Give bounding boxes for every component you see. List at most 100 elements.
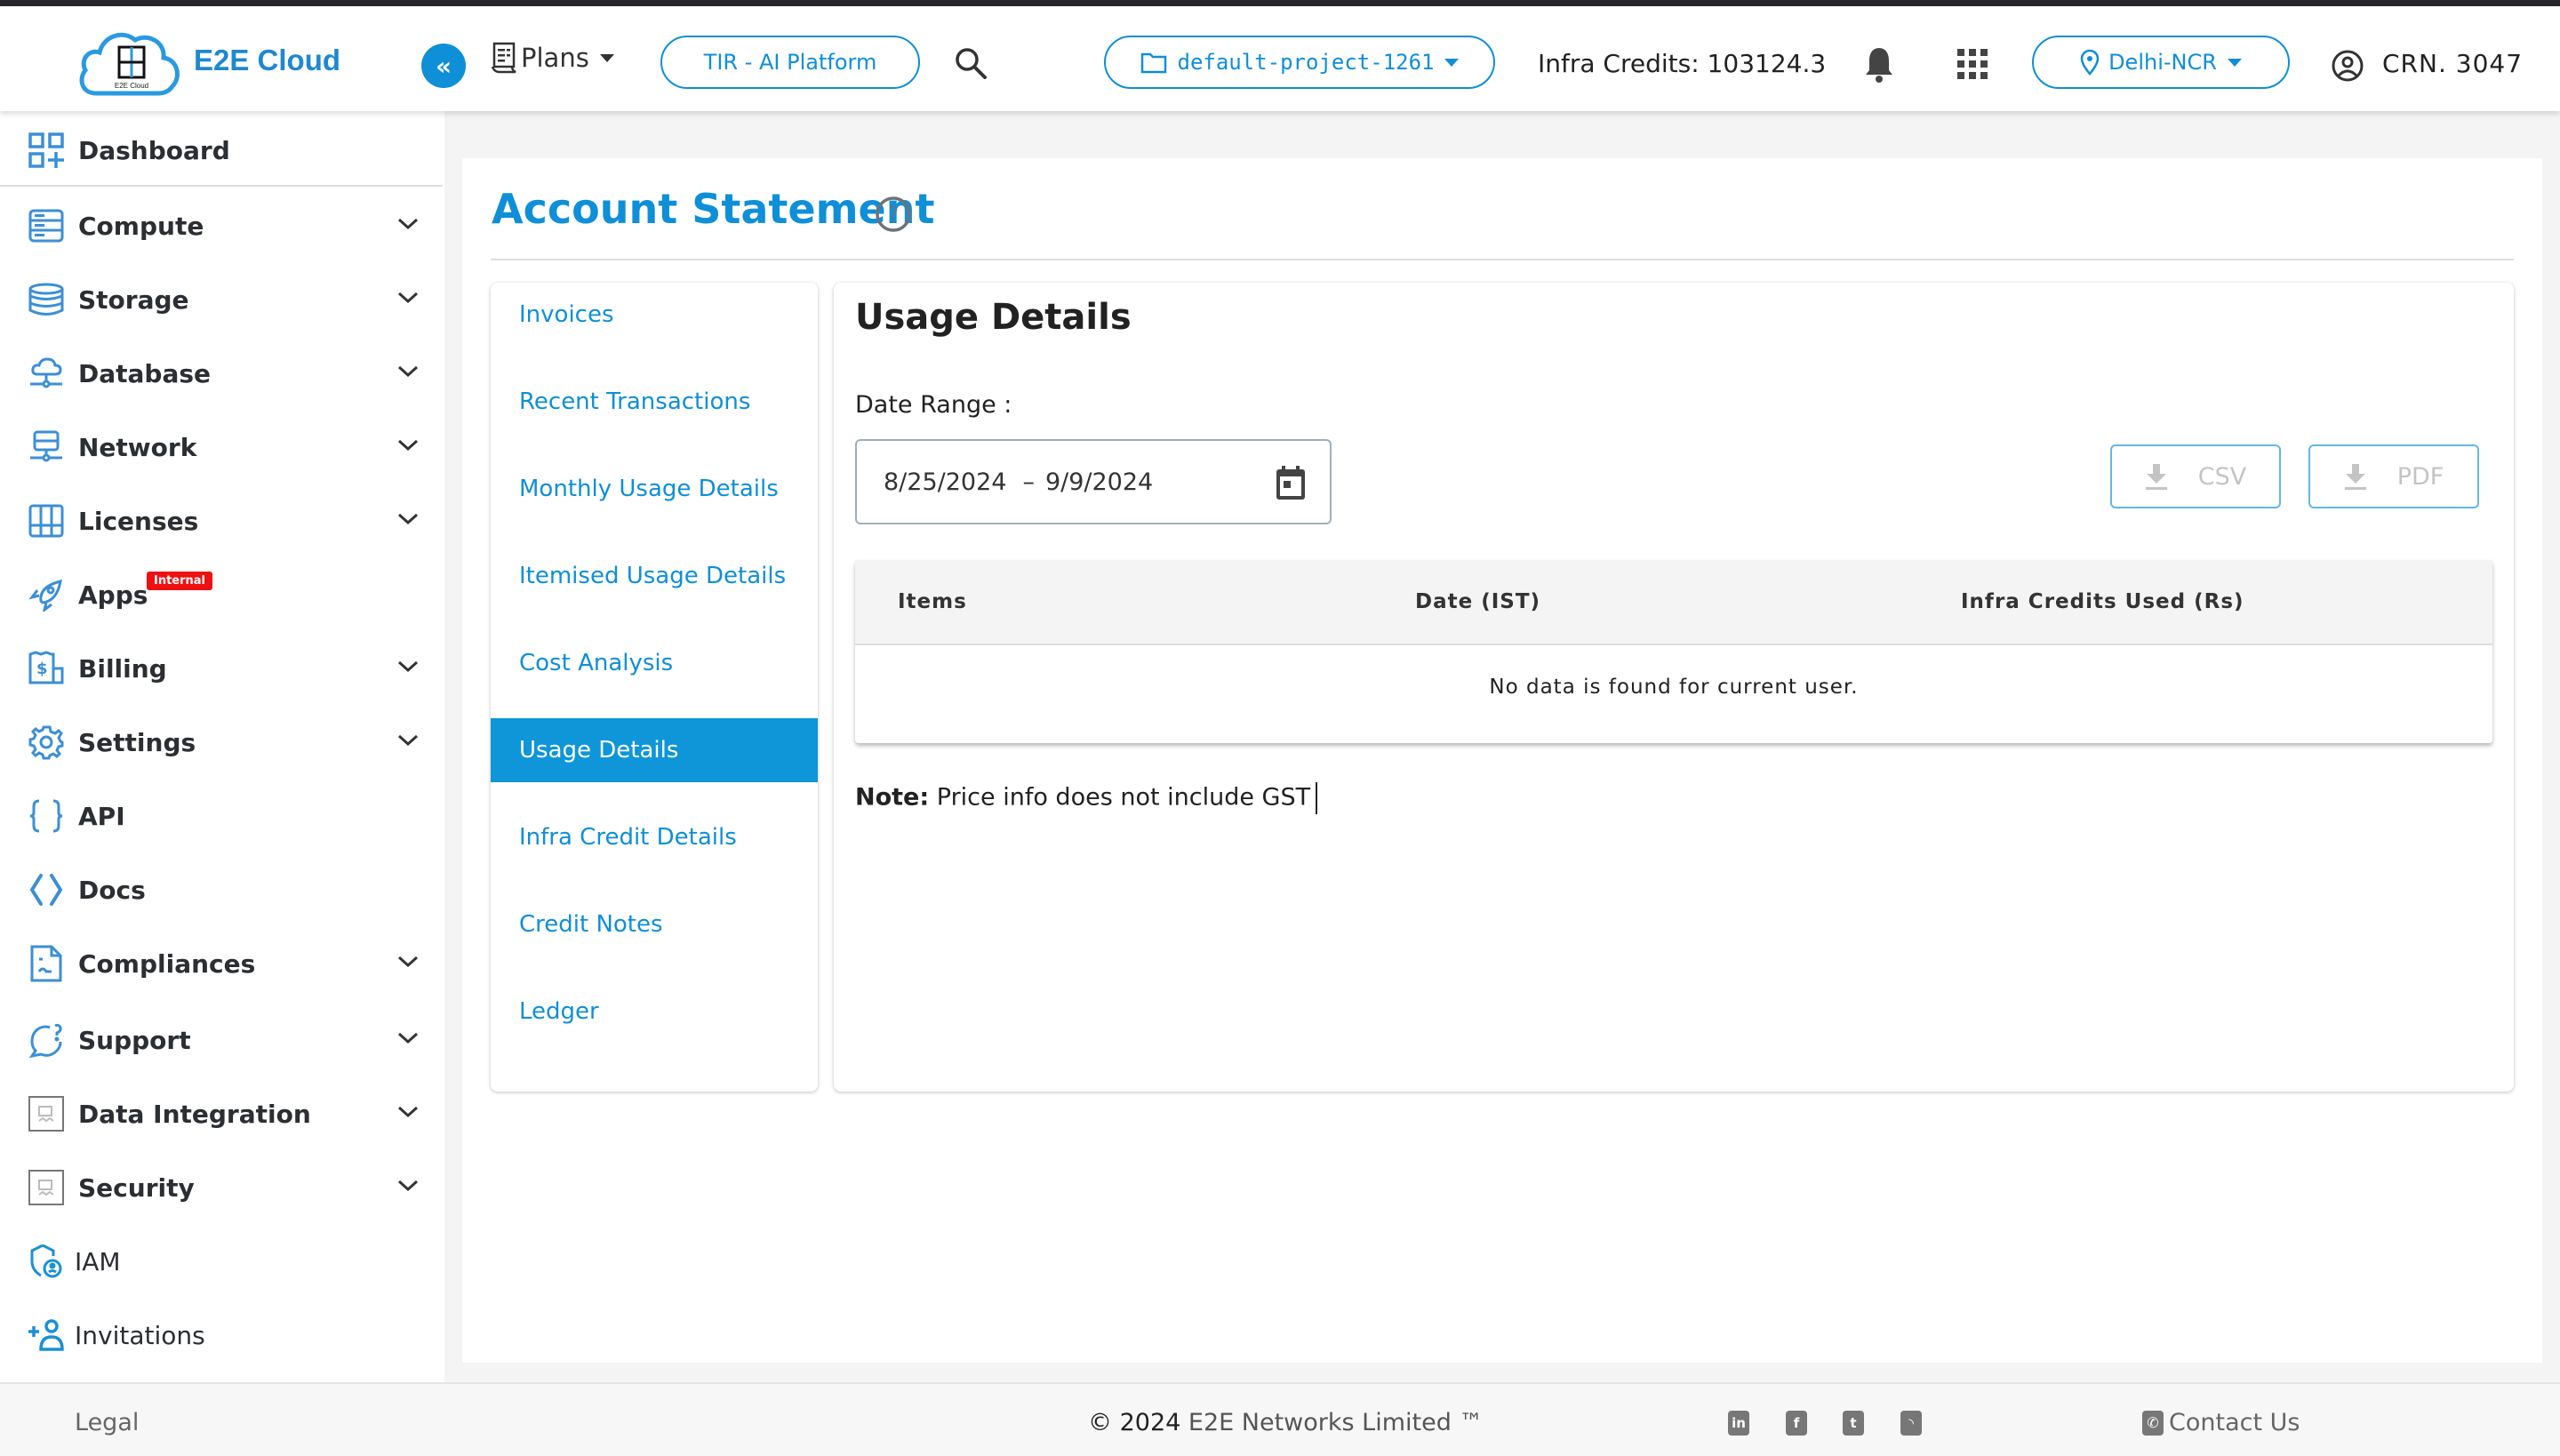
sidebar-item-label: Licenses [78, 506, 199, 536]
cloud-network-icon [27, 354, 66, 393]
sidebar-item-label: Docs [78, 875, 146, 905]
e2e-cloud-logo[interactable]: E2E Cloud [76, 24, 183, 100]
rss-icon[interactable]: ◝ [1900, 1411, 1922, 1436]
caret-down-icon [1444, 58, 1460, 67]
chevron-down-icon [396, 660, 420, 677]
plans-label: Plans [521, 43, 589, 73]
dashboard-icon [27, 131, 66, 170]
license-grid-icon [27, 501, 66, 540]
chevron-down-icon [396, 364, 420, 382]
sidebar-item-compute[interactable]: Compute [0, 190, 444, 261]
shield-user-icon [27, 1242, 66, 1281]
sidebar-item-label: Billing [78, 653, 167, 684]
legal-link[interactable]: Legal [75, 1409, 139, 1436]
usage-details-panel: Usage Details Date Range : 8/25/2024 – 9… [834, 283, 2514, 1092]
receipt-icon [491, 42, 516, 74]
date-range-picker[interactable]: 8/25/2024 – 9/9/2024 [855, 439, 1332, 524]
search-icon[interactable] [953, 45, 988, 84]
contact-label: Contact Us [2169, 1409, 2300, 1436]
svg-text:$: $ [36, 660, 48, 678]
contact-us-link[interactable]: ✆ Contact Us [2142, 1409, 2300, 1436]
chevron-down-icon [396, 512, 420, 530]
linkedin-icon[interactable]: in [1728, 1411, 1749, 1436]
sidebar-item-database[interactable]: Database [0, 338, 444, 409]
apps-grid-icon[interactable] [1957, 49, 1988, 83]
sidebar-item-invitations[interactable]: Invitations [0, 1300, 444, 1371]
project-selector[interactable]: default-project-1261 [1104, 36, 1495, 89]
customer-reference-number: CRN. 3047 [2382, 49, 2524, 78]
note-text: Price info does not include GST [936, 783, 1311, 812]
region-selector[interactable]: Delhi-NCR [2032, 36, 2290, 89]
nav-item-cost-analysis[interactable]: Cost Analysis [491, 631, 818, 695]
double-chevron-left-icon: « [435, 51, 452, 81]
nav-item-ledger[interactable]: Ledger [491, 980, 818, 1044]
sidebar-item-apps[interactable]: Apps Internal [0, 559, 444, 630]
sidebar-item-label: API [78, 801, 125, 831]
sidebar-item-label: Apps [78, 580, 148, 610]
sidebar-item-label: Settings [78, 727, 196, 757]
nav-item-usage-details[interactable]: Usage Details [491, 718, 818, 782]
facebook-icon[interactable]: f [1786, 1411, 1807, 1436]
nav-item-monthly-usage-details[interactable]: Monthly Usage Details [491, 457, 818, 521]
text-cursor [1316, 782, 1318, 814]
nav-item-credit-notes[interactable]: Credit Notes [491, 892, 818, 956]
nav-item-infra-credit-details[interactable]: Infra Credit Details [491, 805, 818, 869]
top-header: E2E Cloud E2E Cloud « Plans TIR - AI Pla… [0, 6, 2560, 111]
sidebar-item-label: Compliances [78, 948, 256, 979]
sidebar-item-data-integration[interactable]: Data Integration [0, 1078, 444, 1149]
column-header-date[interactable]: Date (IST) [1415, 590, 1540, 613]
sidebar-item-iam[interactable]: IAM [0, 1226, 444, 1297]
sidebar-item-dashboard[interactable]: Dashboard [0, 115, 444, 186]
user-account-icon[interactable] [2331, 49, 2364, 86]
sidebar-item-compliances[interactable]: Compliances [0, 928, 444, 999]
nav-item-itemised-usage-details[interactable]: Itemised Usage Details [491, 544, 818, 608]
sidebar-item-network[interactable]: Network [0, 412, 444, 483]
chevron-down-icon [396, 1031, 420, 1049]
date-start: 8/25/2024 [884, 468, 1007, 496]
chevron-down-icon [396, 955, 420, 972]
chevron-down-icon [396, 1179, 420, 1196]
server-icon [27, 206, 66, 245]
sidebar-item-storage[interactable]: Storage [0, 264, 444, 335]
footer: Legal © 2024 E2E Networks Limited ™ in f… [0, 1382, 2560, 1456]
twitter-icon[interactable]: t [1843, 1411, 1864, 1436]
sidebar-item-security[interactable]: Security [0, 1152, 444, 1223]
download-icon [2344, 464, 2366, 490]
curly-braces-icon [27, 796, 66, 836]
notification-bell-icon[interactable] [1863, 45, 1895, 86]
table-header: Items Date (IST) Infra Credits Used (Rs) [855, 560, 2492, 645]
sidebar-item-api[interactable]: API [0, 780, 444, 852]
sidebar-item-label: Support [78, 1025, 191, 1055]
sidebar-item-label: Data Integration [78, 1099, 311, 1129]
sidebar-item-settings[interactable]: Settings [0, 707, 444, 778]
csv-label: CSV [2197, 462, 2247, 491]
svg-text:?: ? [888, 204, 899, 227]
calendar-icon[interactable] [1273, 464, 1308, 508]
panel-title: Usage Details [855, 297, 1132, 338]
broken-image-icon [27, 1094, 66, 1133]
help-circle-icon[interactable]: ? [875, 196, 912, 236]
sidebar-item-label: Security [78, 1172, 195, 1203]
rocket-icon [27, 575, 66, 614]
sidebar-item-licenses[interactable]: Licenses [0, 485, 444, 556]
column-header-items[interactable]: Items [898, 590, 967, 613]
sidebar-item-label: Compute [78, 211, 204, 241]
gst-note: Note: Price info does not include GST [855, 782, 1318, 814]
sidebar-item-support[interactable]: Support [0, 1004, 444, 1076]
internal-badge: Internal [147, 572, 213, 590]
download-csv-button[interactable]: CSV [2110, 444, 2281, 508]
code-brackets-icon [27, 870, 66, 909]
caret-down-icon [2227, 58, 2242, 67]
column-header-infra-credits[interactable]: Infra Credits Used (Rs) [1961, 590, 2244, 613]
plans-dropdown[interactable]: Plans [491, 42, 614, 74]
download-pdf-button[interactable]: PDF [2308, 444, 2479, 508]
sidebar-item-docs[interactable]: Docs [0, 854, 444, 925]
nav-item-recent-transactions[interactable]: Recent Transactions [491, 370, 818, 434]
copyright-year: 2024 [1119, 1409, 1181, 1436]
tir-ai-platform-button[interactable]: TIR - AI Platform [660, 36, 920, 89]
collapse-sidebar-button[interactable]: « [421, 44, 466, 88]
sidebar-item-label: Invitations [75, 1320, 205, 1350]
nav-item-invoices[interactable]: Invoices [491, 283, 818, 347]
sidebar-item-billing[interactable]: $ Billing [0, 633, 444, 704]
chat-question-icon [27, 1020, 66, 1060]
